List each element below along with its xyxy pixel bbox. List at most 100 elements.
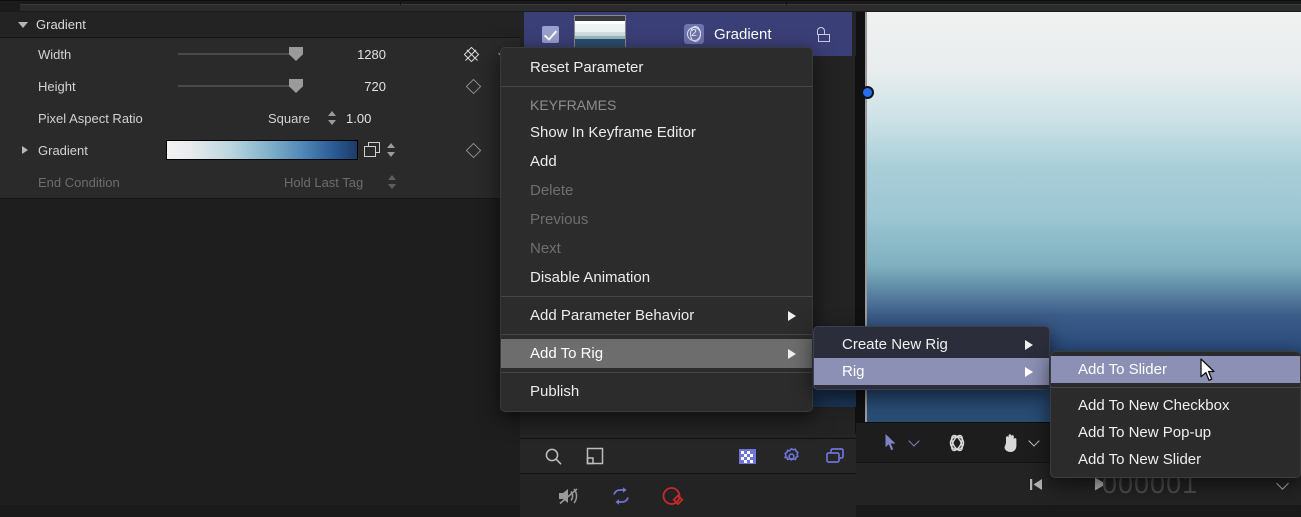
render-settings-icon[interactable]	[774, 441, 808, 471]
menu-item-next: Next	[501, 234, 812, 263]
parameter-label: Pixel Aspect Ratio	[38, 111, 143, 126]
checkmark-icon[interactable]	[542, 26, 559, 43]
menu-item-label: Add To Slider	[1078, 361, 1167, 378]
select-tool-icon[interactable]	[874, 428, 908, 458]
menu-item-create-new-rig[interactable]: Create New Rig	[814, 331, 1049, 358]
tab-divider-1	[400, 0, 401, 5]
gradient-preset-stack-icon[interactable]	[364, 142, 381, 158]
menu-item-label: Add To New Checkbox	[1078, 397, 1229, 414]
menu-separator	[501, 372, 812, 373]
menu-item-label: Add	[530, 153, 557, 170]
menu-item-label: Previous	[530, 211, 588, 228]
parameter-context-menu: Reset Parameter KEYFRAMES Show In Keyfra…	[500, 47, 813, 412]
keyframe-animated-diamond-icon[interactable]	[464, 47, 480, 63]
menu-item-rig[interactable]: Rig	[814, 358, 1049, 385]
panel-tab-strip	[0, 0, 1301, 12]
gradient-preset-stepper-icon[interactable]	[387, 143, 396, 157]
keyframe-diamond-icon[interactable]	[466, 143, 482, 159]
layers-icon[interactable]	[818, 441, 852, 471]
search-icon[interactable]	[536, 441, 570, 471]
crop-frame-icon[interactable]	[578, 441, 612, 471]
menu-item-label: Add To New Pop-up	[1078, 424, 1211, 441]
menu-item-add[interactable]: Add	[501, 147, 812, 176]
keyframe-diamond-icon[interactable]	[466, 79, 482, 95]
tab-divider-2	[786, 0, 787, 5]
generator-icon: 2	[684, 24, 704, 44]
submenu-arrow-icon	[788, 349, 796, 359]
parameter-label: End Condition	[38, 175, 120, 190]
height-value[interactable]: 720	[318, 79, 386, 94]
layer-name[interactable]: Gradient	[714, 26, 772, 43]
parameter-row-pixel-aspect-ratio[interactable]: Pixel Aspect Ratio Square 1.00	[0, 102, 520, 134]
width-slider-knob[interactable]	[289, 47, 303, 61]
menu-item-add-to-new-slider[interactable]: Add To New Slider	[1051, 446, 1300, 473]
menu-item-label: Add Parameter Behavior	[530, 307, 694, 324]
parameter-row-height[interactable]: Height 720	[0, 70, 520, 102]
generator-badge: 2	[684, 24, 704, 44]
triangle-down-icon[interactable]	[18, 22, 28, 28]
menu-item-publish[interactable]: Publish	[501, 377, 812, 406]
width-slider-track[interactable]	[178, 53, 296, 55]
submenu-arrow-icon	[1025, 367, 1033, 377]
divider	[0, 0, 1301, 1]
menu-separator	[501, 296, 812, 297]
height-slider-knob[interactable]	[289, 79, 303, 93]
parameter-row-gradient[interactable]: Gradient	[0, 134, 520, 166]
triangle-right-icon[interactable]	[22, 146, 28, 154]
add-to-rig-submenu: Create New Rig Rig	[813, 326, 1050, 390]
menu-item-label: Reset Parameter	[530, 59, 643, 76]
menu-item-label: Disable Animation	[530, 269, 650, 286]
menu-item-label: Add To Rig	[530, 345, 603, 362]
inspector-parameter-list: Width 1280 Height 720 Pixel Aspect Ratio…	[0, 38, 520, 199]
hand-tool-icon[interactable]	[994, 428, 1028, 458]
menu-item-add-parameter-behavior[interactable]: Add Parameter Behavior	[501, 301, 812, 330]
inspector-group-gradient[interactable]: Gradient	[0, 12, 520, 38]
gradient-swatch[interactable]	[166, 140, 358, 160]
gradient-start-handle-icon[interactable]	[861, 86, 874, 99]
loop-icon[interactable]	[604, 481, 638, 511]
menu-item-label: Delete	[530, 182, 573, 199]
menu-item-label: Rig	[842, 363, 865, 380]
pixel-aspect-popup-value[interactable]: Square	[268, 111, 310, 126]
parameter-row-width[interactable]: Width 1280	[0, 38, 520, 70]
menu-section-keyframes: KEYFRAMES	[501, 91, 812, 118]
select-tool-chevron-down-icon[interactable]	[908, 435, 919, 446]
height-slider-track[interactable]	[178, 85, 296, 87]
submenu-arrow-icon	[1025, 340, 1033, 350]
tab-bar-background	[20, 4, 1301, 11]
parameter-label: Gradient	[38, 143, 88, 158]
checkerboard-icon[interactable]	[730, 441, 764, 471]
parameter-row-end-condition: End Condition Hold Last Tag	[0, 166, 520, 198]
submenu-arrow-icon	[788, 311, 796, 321]
width-value[interactable]: 1280	[318, 47, 386, 62]
menu-item-label: Next	[530, 240, 561, 257]
menu-item-label: Create New Rig	[842, 336, 948, 353]
menu-item-reset-parameter[interactable]: Reset Parameter	[501, 53, 812, 82]
menu-item-label: Show In Keyframe Editor	[530, 124, 696, 141]
lock-open-icon[interactable]	[816, 27, 832, 42]
record-icon[interactable]	[656, 481, 690, 511]
menu-separator	[501, 86, 812, 87]
orbit-3d-tool-icon[interactable]	[940, 428, 974, 458]
menu-item-add-to-slider[interactable]: Add To Slider	[1051, 356, 1300, 383]
inspector-group-label: Gradient	[36, 17, 86, 32]
layers-toolbar	[520, 438, 856, 474]
menu-item-show-in-keyframe-editor[interactable]: Show In Keyframe Editor	[501, 118, 812, 147]
menu-item-disable-animation[interactable]: Disable Animation	[501, 263, 812, 292]
menu-separator	[1051, 387, 1300, 388]
mute-icon[interactable]	[552, 481, 586, 511]
updown-stepper-icon	[388, 175, 397, 189]
pixel-aspect-value[interactable]: 1.00	[346, 111, 388, 126]
menu-item-add-to-rig[interactable]: Add To Rig	[501, 339, 812, 368]
menu-item-label: Add To New Slider	[1078, 451, 1201, 468]
hand-tool-chevron-down-icon[interactable]	[1028, 435, 1039, 446]
updown-stepper-icon[interactable]	[328, 111, 337, 125]
inspector-panel: Gradient Width 1280 Height 720 Pixel Asp…	[0, 12, 520, 505]
skip-to-start-icon[interactable]	[1019, 469, 1053, 499]
menu-item-add-to-new-popup[interactable]: Add To New Pop-up	[1051, 419, 1300, 446]
chevron-down-icon[interactable]	[1276, 477, 1289, 490]
audio-transport-bar	[520, 474, 856, 517]
menu-separator	[501, 334, 812, 335]
menu-item-add-to-new-checkbox[interactable]: Add To New Checkbox	[1051, 392, 1300, 419]
menu-item-previous: Previous	[501, 205, 812, 234]
